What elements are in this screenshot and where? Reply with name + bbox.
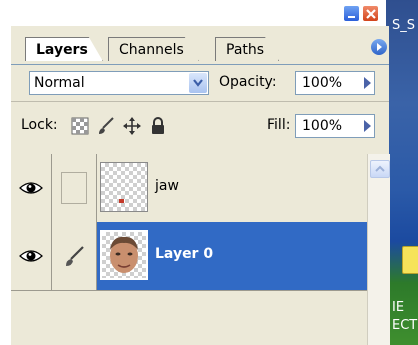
link-cell-jaw[interactable] [52,154,97,222]
tab-layers[interactable]: Layers [25,37,103,61]
fill-value: 100% [302,118,343,134]
blend-mode-value: Normal [34,75,85,91]
layer-name-layer-0[interactable]: Layer 0 [155,246,213,262]
desktop-text-bottom-1: IE [392,300,405,315]
lock-image-brush-icon[interactable] [97,117,115,135]
opacity-field[interactable]: 100% [295,71,375,95]
brush-icon [66,246,84,266]
lock-position-move-icon[interactable] [123,117,141,135]
layer-thumbnail-layer-0 [100,230,148,280]
close-x-icon [365,8,376,19]
palette-menu-button[interactable] [371,39,387,55]
close-button[interactable] [362,5,379,22]
chevron-up-icon [375,165,385,172]
visibility-toggle-layer-0[interactable] [11,222,52,290]
layer-thumbnail-jaw [100,162,148,212]
blend-row: Normal Opacity: 100% [11,65,389,101]
lock-row: Lock: Fill: 100% [11,101,389,155]
link-cell-layer-0[interactable] [52,222,97,290]
empty-link-box [61,172,87,204]
scroll-up-button[interactable] [370,160,390,178]
window-titlebar [0,0,386,26]
desktop-folder-icon[interactable] [402,246,418,274]
desktop-background: S_S IE ECT [386,0,418,345]
layer-name-jaw[interactable]: jaw [155,178,179,194]
visibility-toggle-jaw[interactable] [11,154,52,222]
lock-all-padlock-icon[interactable] [149,117,167,135]
palette-tab-row: Layers Channels Paths [11,26,389,65]
layers-list: jaw Layer 0 [11,154,367,345]
lock-label: Lock: [21,117,58,133]
tab-paths[interactable]: Paths [215,37,279,61]
fill-label: Fill: [267,117,291,133]
fill-slider-arrow-icon[interactable] [364,120,371,132]
blend-mode-select[interactable]: Normal [29,71,209,95]
minimize-button[interactable] [343,5,360,22]
eye-icon [19,182,43,194]
layer-row-layer-0[interactable]: Layer 0 [11,222,367,291]
chevron-down-icon[interactable] [189,73,207,93]
layer-row-jaw[interactable]: jaw [11,154,367,223]
palette-menu-arrow-icon [377,43,382,51]
minimize-icon [348,15,355,18]
tab-channels[interactable]: Channels [108,37,199,61]
desktop-text-top: S_S [392,18,416,33]
desktop-text-bottom-2: ECT [392,318,418,333]
face-photo-icon [110,236,138,273]
lock-transparent-icon[interactable] [71,117,89,135]
opacity-slider-arrow-icon[interactable] [364,77,371,89]
layers-palette: Layers Channels Paths Normal Opacity: 10… [10,26,390,345]
eye-icon [19,250,43,262]
opacity-value: 100% [302,75,343,91]
fill-field[interactable]: 100% [295,114,375,138]
layers-scrollbar[interactable] [367,154,390,345]
opacity-label: Opacity: [219,74,277,90]
